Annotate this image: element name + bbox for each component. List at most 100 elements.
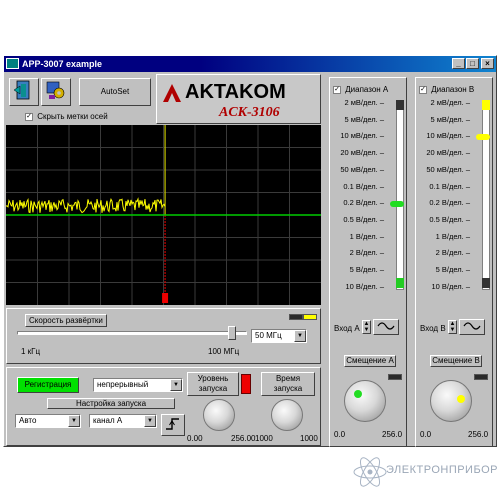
- trigger-time-min: 1000: [255, 434, 273, 443]
- trigger-edge-button[interactable]: [161, 414, 185, 436]
- input-b-spinner[interactable]: ▲ ▼: [448, 320, 457, 334]
- chevron-down-icon: ▼: [170, 379, 182, 391]
- range-option[interactable]: 2 В/дел. –: [436, 248, 470, 257]
- aktakom-logo-mark: [163, 84, 181, 102]
- chevron-down-icon: ▼: [144, 415, 156, 427]
- watermark-text: ЭЛЕКТРОНПРИБОР: [386, 464, 498, 476]
- range-option[interactable]: 2 мВ/дел. –: [344, 98, 384, 107]
- offset-a-min: 0.0: [334, 430, 346, 439]
- hide-axis-checkbox[interactable]: ✓ Скрыть метки осей: [21, 111, 112, 123]
- range-option[interactable]: 0.1 В/дел. –: [343, 182, 384, 191]
- trigger-position-marker: [162, 293, 169, 303]
- input-a-spinner[interactable]: ▲ ▼: [362, 320, 371, 334]
- app-icon: [6, 58, 19, 69]
- chevron-down-icon: ▼: [294, 330, 306, 342]
- trigger-level-min: 0.00: [187, 434, 203, 443]
- range-option[interactable]: 1 В/дел. –: [436, 232, 470, 241]
- trigger-level-label: Уровень запуска: [187, 372, 239, 396]
- rising-edge-icon: [166, 418, 179, 430]
- registration-button[interactable]: Регистрация: [17, 377, 79, 393]
- range-a-slider-track[interactable]: [396, 100, 404, 290]
- range-option[interactable]: 0.2 В/дел. –: [343, 198, 384, 207]
- range-option[interactable]: 50 мВ/дел. –: [340, 165, 384, 174]
- trigger-level-max: 256.00: [231, 434, 256, 443]
- aktakom-logo: AKTAKOM ACK-3106: [156, 74, 321, 124]
- range-option[interactable]: 10 мВ/дел. –: [340, 131, 384, 140]
- trigger-time-max: 1000: [300, 434, 318, 443]
- autoset-button[interactable]: AutoSet: [79, 78, 151, 106]
- offset-b-max: 256.0: [468, 430, 489, 439]
- trigger-mode-dropdown[interactable]: непрерывный ▼: [93, 378, 183, 392]
- settings-button[interactable]: [41, 78, 71, 106]
- offset-b-label: Смещение В: [430, 355, 482, 367]
- channel-b-panel: ✓ Диапазон В 2 мВ/дел. –5 мВ/дел. –10 мВ…: [415, 77, 493, 447]
- exit-door-icon: [13, 80, 30, 100]
- range-option[interactable]: 5 В/дел. –: [350, 265, 384, 274]
- sweep-slider-track[interactable]: [17, 331, 247, 335]
- oscilloscope-display[interactable]: [6, 125, 321, 305]
- range-option[interactable]: 0.5 В/дел. –: [343, 215, 384, 224]
- settings-gears-icon: [46, 81, 65, 99]
- range-option[interactable]: 20 мВ/дел. –: [340, 148, 384, 157]
- trigger-source-dropdown[interactable]: Авто ▼: [15, 414, 81, 428]
- range-option[interactable]: 0.1 В/дел. –: [429, 182, 470, 191]
- trigger-channel-dropdown[interactable]: канал А ▼: [89, 414, 157, 428]
- offset-b-knob[interactable]: [430, 380, 472, 422]
- range-option[interactable]: 50 мВ/дел. –: [426, 165, 470, 174]
- range-option[interactable]: 20 мВ/дел. –: [426, 148, 470, 157]
- ac-wave-icon: [377, 322, 395, 330]
- sweep-led-a: [289, 314, 303, 320]
- range-option[interactable]: 5 мВ/дел. –: [344, 115, 384, 124]
- range-option[interactable]: 0.5 В/дел. –: [429, 215, 470, 224]
- trigger-time-label: Время запуска: [261, 372, 315, 396]
- input-a-coupling-button[interactable]: [373, 319, 399, 335]
- trace-a: [6, 197, 166, 214]
- trigger-level-knob[interactable]: [203, 399, 235, 431]
- sweep-panel: Скорость развёртки 1 кГц 100 МГц 50 МГц ▼: [6, 308, 321, 364]
- offset-a-knob-marker: [354, 390, 362, 398]
- minimize-button[interactable]: _: [452, 58, 465, 69]
- window-title: APP-3007 example: [22, 59, 103, 69]
- range-a-top-led: [396, 100, 404, 110]
- exit-door-button[interactable]: [9, 78, 39, 106]
- sweep-rate-dropdown[interactable]: 50 МГц ▼: [251, 329, 307, 343]
- ac-wave-icon: [463, 322, 481, 330]
- range-option[interactable]: 2 мВ/дел. –: [430, 98, 470, 107]
- title-bar[interactable]: APP-3007 example _ □ ×: [4, 56, 496, 72]
- range-option[interactable]: 5 В/дел. –: [436, 265, 470, 274]
- close-button[interactable]: ×: [481, 58, 494, 69]
- range-option[interactable]: 10 В/дел. –: [431, 282, 470, 291]
- range-option[interactable]: 5 мВ/дел. –: [430, 115, 470, 124]
- range-b-slider-track[interactable]: [482, 100, 490, 290]
- range-option[interactable]: 10 мВ/дел. –: [426, 131, 470, 140]
- input-a-label: Вход А: [334, 324, 360, 333]
- sweep-min-label: 1 кГц: [21, 347, 41, 356]
- sweep-slider-thumb[interactable]: [227, 326, 236, 340]
- input-b-coupling-button[interactable]: [459, 319, 485, 335]
- range-option[interactable]: 1 В/дел. –: [350, 232, 384, 241]
- hide-axis-check[interactable]: ✓: [25, 112, 33, 121]
- offset-a-max: 256.0: [382, 430, 403, 439]
- trigger-panel: Регистрация непрерывный ▼ Настройка запус…: [6, 367, 321, 446]
- trigger-time-knob[interactable]: [271, 399, 303, 431]
- range-a-bottom-led: [396, 278, 404, 288]
- atom-logo-icon: [353, 457, 387, 487]
- hide-axis-label: Скрыть метки осей: [37, 112, 108, 121]
- range-a-slider-thumb[interactable]: [390, 201, 404, 208]
- sweep-label: Скорость развёртки: [25, 314, 107, 327]
- range-b-slider-thumb[interactable]: [476, 134, 490, 141]
- sweep-led-b: [303, 314, 317, 320]
- offset-a-knob[interactable]: [344, 380, 386, 422]
- range-option[interactable]: 10 В/дел. –: [345, 282, 384, 291]
- offset-b-led: [474, 374, 488, 380]
- watermark: ЭЛЕКТРОНПРИБОР: [352, 452, 497, 492]
- input-b-label: Вход В: [420, 324, 446, 333]
- range-option[interactable]: 0.2 В/дел. –: [429, 198, 470, 207]
- range-option[interactable]: 2 В/дел. –: [350, 248, 384, 257]
- chevron-down-icon: ▼: [68, 415, 80, 427]
- logo-brand: AKTAKOM: [185, 81, 286, 103]
- app-window: APP-3007 example _ □ × AutoSet AKTAKOM A…: [3, 55, 497, 447]
- maximize-button[interactable]: □: [466, 58, 479, 69]
- offset-a-led: [388, 374, 402, 380]
- offset-b-knob-marker: [457, 395, 465, 403]
